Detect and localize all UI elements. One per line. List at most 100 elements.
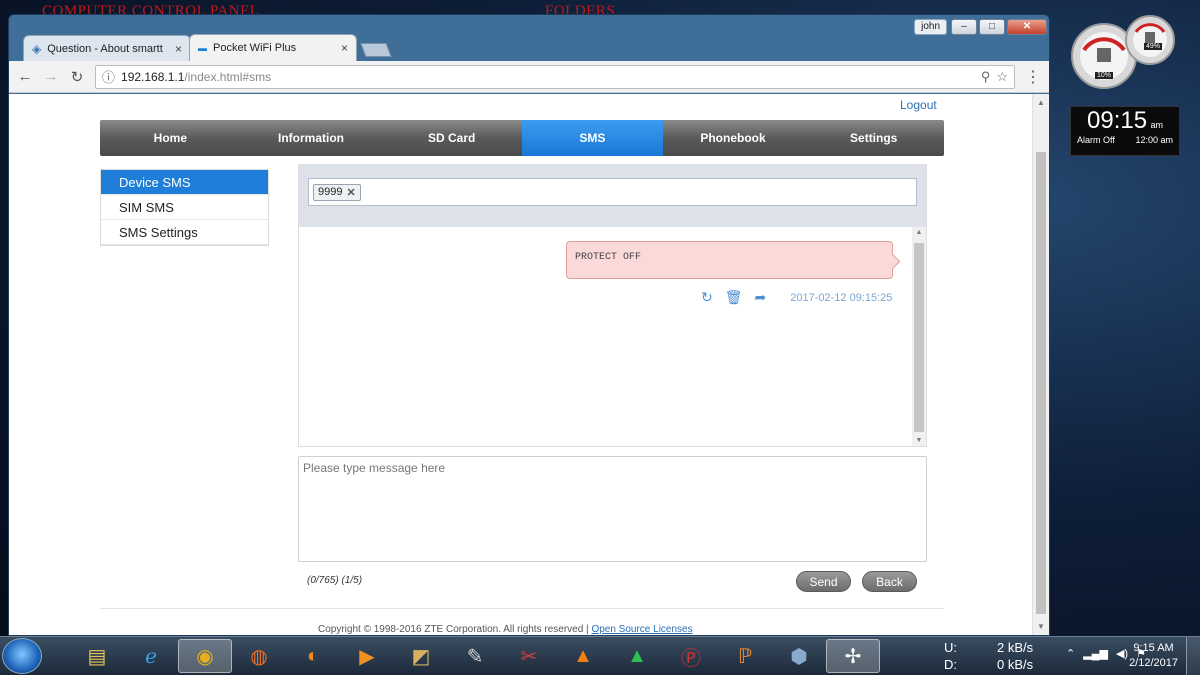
message-bubble[interactable]: PROTECT OFF xyxy=(566,241,893,279)
nox-icon[interactable]: ⬢ xyxy=(772,639,826,673)
vlc-icon[interactable]: ▲ xyxy=(556,639,610,673)
page-footer: Copyright © 1998-2016 ZTE Corporation. A… xyxy=(318,624,693,635)
p-app-icon[interactable]: ℙ xyxy=(718,639,772,673)
show-desktop-button[interactable] xyxy=(1186,637,1200,675)
nav-sms[interactable]: SMS xyxy=(522,120,663,156)
volume-icon[interactable]: ◀) xyxy=(1116,647,1128,660)
side-device-sms[interactable]: Device SMS xyxy=(101,170,268,195)
main-navigation: Home Information SD Card SMS Phonebook S… xyxy=(100,120,944,156)
maximize-button[interactable]: □ xyxy=(979,19,1005,35)
snipping-tool-icon[interactable]: ✂ xyxy=(502,639,556,673)
psiphon-icon[interactable]: Ⓟ xyxy=(664,639,718,673)
tray-date: 2/12/2017 xyxy=(1129,657,1178,669)
tab-title: Pocket WiFi Plus xyxy=(213,42,297,54)
alarm-time: 12:00 am xyxy=(1135,135,1173,145)
recipient-number: 9999 xyxy=(318,186,343,198)
close-tab-icon[interactable]: × xyxy=(341,41,348,55)
tab-pocket-wifi[interactable]: ▬ Pocket WiFi Plus × xyxy=(189,34,357,61)
cpu-percent: 10% xyxy=(1095,72,1114,79)
download-speed: 0 kB/s xyxy=(997,657,1034,672)
paint-icon[interactable]: ✎ xyxy=(448,639,502,673)
back-button[interactable]: Back xyxy=(862,571,917,592)
forward-icon[interactable]: ➦ xyxy=(755,289,767,306)
menu-kebab-icon[interactable]: ⋮ xyxy=(1025,67,1041,87)
page-scrollbar[interactable]: ▲ ▼ xyxy=(1032,94,1049,635)
minimize-button[interactable]: – xyxy=(951,19,977,35)
page-scroll-thumb[interactable] xyxy=(1036,152,1046,614)
footer-divider xyxy=(100,608,944,609)
trash-icon[interactable]: 🗑 xyxy=(725,289,743,306)
upload-speed: 2 kB/s xyxy=(997,640,1034,655)
nav-sd-card[interactable]: SD Card xyxy=(381,120,522,156)
firefox-icon[interactable]: ◍ xyxy=(232,639,286,673)
page-scroll-down-icon[interactable]: ▼ xyxy=(1033,622,1049,631)
clock-gadget: 09:15 am Alarm Off 12:00 am xyxy=(1070,106,1180,156)
tab-title: Question - About smartt xyxy=(47,42,163,55)
new-tab-button[interactable] xyxy=(360,43,392,57)
character-counter: (0/765) (1/5) xyxy=(307,575,363,586)
taskbar: ▤ ℯ ◉ ◍ ◐ ▶ ◩ ✎ ✂ ▲ ▲ Ⓟ ℙ ⬢ ✢ U: 2 kB/s D… xyxy=(0,636,1200,675)
signal-icon[interactable]: ▂▄▆ xyxy=(1083,647,1108,660)
taskbar-clock[interactable]: 9:15 AM 2/12/2017 xyxy=(1129,641,1178,671)
page-scroll-up-icon[interactable]: ▲ xyxy=(1033,98,1049,107)
message-compose-field[interactable] xyxy=(298,456,927,562)
clock-ampm: am xyxy=(1150,120,1163,130)
browser-toolbar: ← → ↻ ⓘ 192.168.1.1/index.html#sms ⚲ ☆ ⋮ xyxy=(9,61,1049,93)
folder-app-icon[interactable]: ◩ xyxy=(394,639,448,673)
message-timestamp: 2017-02-12 09:15:25 xyxy=(790,291,893,304)
green-app-icon[interactable]: ▲ xyxy=(610,639,664,673)
upload-label: U: xyxy=(944,640,957,655)
side-sms-settings[interactable]: SMS Settings xyxy=(101,220,268,245)
media-player-icon[interactable]: ▶ xyxy=(340,639,394,673)
close-window-button[interactable]: ✕ xyxy=(1007,19,1047,35)
alarm-status: Alarm Off xyxy=(1077,135,1115,145)
chrome-icon[interactable]: ◉ xyxy=(178,639,232,673)
recipient-input[interactable]: 9999 ✕ xyxy=(308,178,917,206)
tab-strip: ◈ Question - About smartt × ▬ Pocket WiF… xyxy=(23,34,392,61)
tab-question[interactable]: ◈ Question - About smartt × xyxy=(23,35,191,61)
url-path: /index.html#sms xyxy=(184,69,272,84)
nav-phonebook[interactable]: Phonebook xyxy=(663,120,804,156)
internet-explorer-icon[interactable]: ℯ xyxy=(124,639,178,673)
nav-home[interactable]: Home xyxy=(100,120,241,156)
taskbar-pinned-apps: ▤ ℯ ◉ ◍ ◐ ▶ ◩ ✎ ✂ ▲ ▲ Ⓟ ℙ ⬢ ✢ xyxy=(70,639,880,673)
page-viewport: Logout Home Information SD Card SMS Phon… xyxy=(9,94,1049,635)
back-arrow-icon[interactable]: ← xyxy=(17,68,33,85)
file-explorer-icon[interactable]: ▤ xyxy=(70,639,124,673)
thread-scrollbar[interactable]: ▲ ▼ xyxy=(912,227,926,446)
thread-scroll-thumb[interactable] xyxy=(914,243,924,432)
network-app-icon[interactable]: ✢ xyxy=(826,639,880,673)
key-icon[interactable]: ⚲ xyxy=(981,69,991,85)
recipient-bar: 9999 ✕ xyxy=(299,165,926,227)
info-icon[interactable]: ⓘ xyxy=(102,67,115,86)
copyright-text: Copyright © 1998-2016 ZTE Corporation. A… xyxy=(318,624,589,635)
tray-expand-icon[interactable]: ⌃ xyxy=(1066,647,1075,660)
open-source-licenses-link[interactable]: Open Source Licenses xyxy=(591,624,692,635)
reload-icon[interactable]: ↻ xyxy=(69,68,85,86)
side-sim-sms[interactable]: SIM SMS xyxy=(101,195,268,220)
network-speed-tray: U: 2 kB/s D: 0 kB/s xyxy=(944,639,1033,673)
send-button[interactable]: Send xyxy=(796,571,851,592)
uc-browser-icon[interactable]: ◐ xyxy=(286,639,340,673)
nav-settings[interactable]: Settings xyxy=(803,120,944,156)
resend-icon[interactable]: ↻ xyxy=(701,289,713,306)
forward-arrow-icon[interactable]: → xyxy=(43,68,59,85)
close-tab-icon[interactable]: × xyxy=(175,42,182,56)
scroll-up-icon[interactable]: ▲ xyxy=(912,229,926,236)
recipient-chip: 9999 ✕ xyxy=(313,183,361,201)
address-bar[interactable]: ⓘ 192.168.1.1/index.html#sms ⚲ ☆ xyxy=(95,64,1015,89)
bookmark-star-icon[interactable]: ☆ xyxy=(996,69,1008,85)
message-actions: ↻ 🗑 ➦ 2017-02-12 09:15:25 xyxy=(701,289,892,306)
sms-side-menu: Device SMS SIM SMS SMS Settings xyxy=(100,169,269,246)
nav-information[interactable]: Information xyxy=(241,120,382,156)
window-controls: john – □ ✕ xyxy=(914,19,1047,35)
logout-link[interactable]: Logout xyxy=(900,98,937,112)
zte-favicon-icon: ▬ xyxy=(198,43,207,53)
scroll-down-icon[interactable]: ▼ xyxy=(912,437,926,444)
profile-button[interactable]: john xyxy=(914,19,947,35)
start-button[interactable] xyxy=(2,638,42,674)
remove-recipient-icon[interactable]: ✕ xyxy=(346,186,355,199)
message-thread: PROTECT OFF ↻ 🗑 ➦ 2017-02-12 09:15:25 ▲ … xyxy=(299,227,926,446)
memory-percent: 49% xyxy=(1144,43,1163,50)
cpu-meter-gadget xyxy=(1071,15,1175,89)
